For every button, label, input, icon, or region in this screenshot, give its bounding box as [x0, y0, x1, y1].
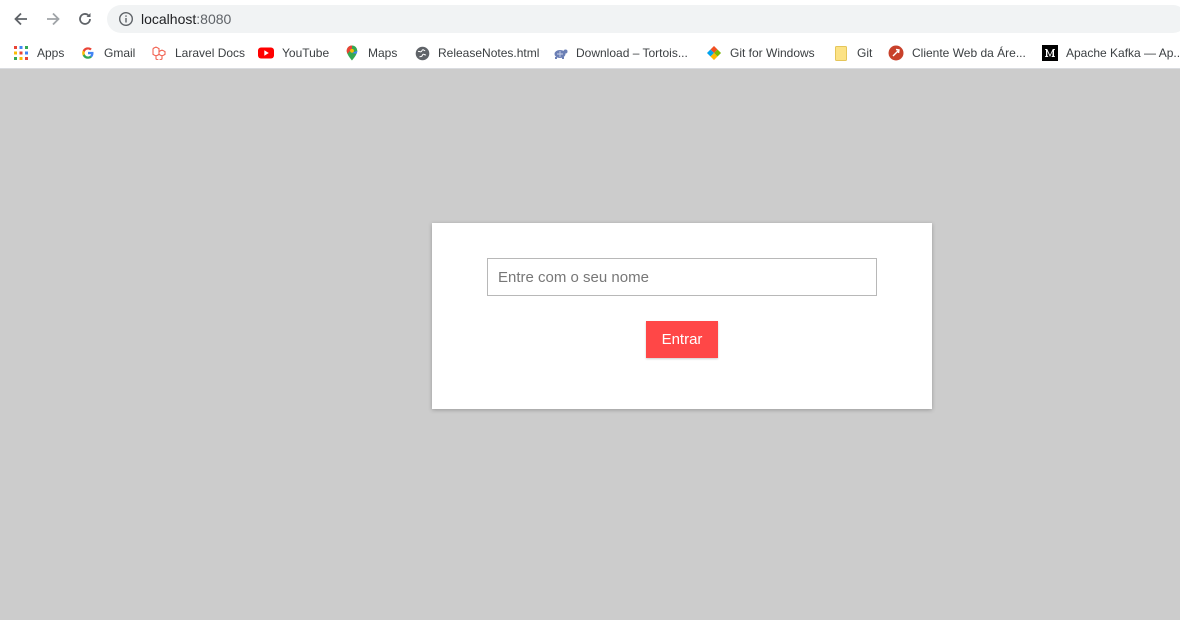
reload-icon: [79, 13, 91, 25]
globe-icon: [414, 45, 430, 61]
bookmark-youtube[interactable]: YouTube: [258, 42, 329, 64]
youtube-icon: [258, 45, 274, 61]
browser-toolbar: localhost:8080: [0, 0, 1180, 38]
google-icon: [80, 45, 96, 61]
back-arrow-icon: [14, 12, 27, 26]
bookmark-label: YouTube: [282, 46, 330, 60]
info-icon: [118, 11, 134, 27]
medium-icon: [1042, 45, 1058, 61]
forward-arrow-icon: [47, 12, 60, 26]
bookmark-git-folder[interactable]: Git: [833, 42, 872, 64]
bookmark-gmail[interactable]: Gmail: [80, 42, 135, 64]
bookmark-label: ReleaseNotes.html: [438, 46, 540, 60]
url-port: :8080: [196, 11, 232, 27]
bookmark-label: Laravel Docs: [175, 46, 246, 60]
bookmarks-bar: Apps Gmail Laravel Docs YouTube Maps Rel…: [0, 38, 1180, 69]
bookmark-label: Apache Kafka — Ap...: [1066, 46, 1180, 60]
bookmark-cliente-web[interactable]: Cliente Web da Áre...: [888, 42, 1026, 64]
bookmark-label: Apps: [37, 46, 65, 60]
bookmark-label: Maps: [368, 46, 398, 60]
folder-icon: [833, 45, 849, 61]
bookmark-label: Git for Windows: [730, 46, 815, 60]
bookmark-label: Gmail: [104, 46, 136, 60]
enter-button[interactable]: Entrar: [646, 321, 718, 358]
apps-grid-icon: [13, 45, 29, 61]
url-host: localhost: [141, 11, 197, 27]
forward-button[interactable]: [41, 7, 65, 31]
bookmark-label: Download – Tortois...: [576, 46, 688, 60]
bookmark-git-for-windows[interactable]: Git for Windows: [706, 42, 815, 64]
tortoise-icon: [552, 45, 568, 61]
bookmark-apps[interactable]: Apps: [13, 42, 64, 64]
bookmark-label: Git: [857, 46, 873, 60]
maps-pin-icon: [344, 45, 360, 61]
reload-button[interactable]: [73, 7, 97, 31]
bookmark-releasenotes[interactable]: ReleaseNotes.html: [414, 42, 539, 64]
bookmark-label: Cliente Web da Áre...: [912, 46, 1026, 60]
address-bar[interactable]: localhost:8080: [107, 5, 1180, 33]
bookmark-tortoise-download[interactable]: Download – Tortois...: [552, 42, 688, 64]
name-input[interactable]: [487, 258, 877, 296]
bookmark-laravel-docs[interactable]: Laravel Docs: [151, 42, 245, 64]
laravel-icon: [151, 45, 167, 61]
url-text: localhost:8080: [141, 11, 231, 27]
login-card: Entrar: [432, 223, 932, 409]
web-client-icon: [888, 45, 904, 61]
bookmark-maps[interactable]: Maps: [344, 42, 397, 64]
back-button[interactable]: [9, 7, 33, 31]
git-windows-icon: [706, 45, 722, 61]
bookmark-apache-kafka[interactable]: Apache Kafka — Ap...: [1042, 42, 1180, 64]
